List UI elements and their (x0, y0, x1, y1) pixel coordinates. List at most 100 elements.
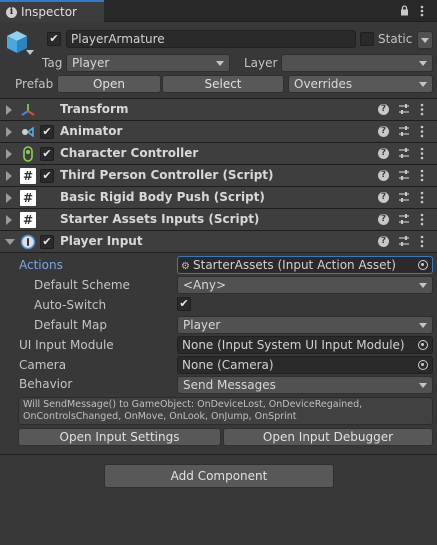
fold-arrow-icon[interactable] (6, 149, 12, 159)
fold-arrow-icon[interactable] (6, 193, 12, 203)
open-input-settings-button[interactable]: Open Input Settings (18, 428, 221, 446)
actions-value: StarterAssets (Input Action Asset) (193, 258, 396, 272)
object-picker-icon[interactable] (418, 260, 428, 270)
kebab-menu-icon[interactable] (420, 191, 424, 204)
kebab-menu-icon[interactable] (420, 213, 424, 226)
object-picker-icon[interactable] (418, 360, 428, 370)
ui-input-module-field[interactable]: None (Input System UI Input Module) (177, 336, 433, 354)
behavior-dropdown[interactable]: Send Messages (177, 376, 433, 394)
component-character-controller[interactable]: ✔ Character Controller ? (0, 142, 437, 164)
player-input-icon (20, 234, 36, 250)
component-enabled-checkbox[interactable]: ✔ (40, 235, 54, 249)
prefab-label: Prefab (15, 77, 54, 91)
camera-field[interactable]: None (Camera) (177, 356, 433, 374)
help-icon[interactable]: ? (378, 126, 389, 137)
gameobject-cube-icon (6, 30, 28, 54)
tab-bar: i Inspector (0, 0, 437, 22)
kebab-menu-icon[interactable] (420, 103, 424, 116)
layer-dropdown[interactable] (281, 54, 433, 72)
active-checkbox[interactable]: ✔ (47, 32, 61, 46)
character-controller-icon (20, 146, 36, 162)
component-basic-rigid-body-push[interactable]: # Basic Rigid Body Push (Script) ? (0, 186, 437, 208)
behavior-label: Behavior (19, 377, 73, 391)
object-picker-icon[interactable] (418, 340, 428, 350)
kebab-menu-icon[interactable] (420, 169, 424, 182)
icon-dropdown-arrow[interactable] (26, 50, 34, 55)
tag-dropdown[interactable]: Player (66, 54, 230, 72)
help-icon[interactable]: ? (378, 192, 389, 203)
preset-sliders-icon[interactable] (398, 213, 410, 226)
fold-arrow-icon[interactable] (6, 215, 12, 225)
behavior-value: Send Messages (183, 378, 276, 392)
component-name: Third Person Controller (Script) (60, 168, 274, 182)
divider (0, 252, 437, 253)
component-enabled-checkbox[interactable]: ✔ (40, 147, 54, 161)
help-icon[interactable]: ? (378, 104, 389, 115)
prefab-select-button[interactable]: Select (162, 75, 284, 93)
static-dropdown[interactable] (417, 31, 433, 49)
kebab-menu-icon[interactable] (420, 235, 424, 248)
behavior-help-box: Will SendMessage() to GameObject: OnDevi… (18, 397, 433, 425)
auto-switch-checkbox[interactable]: ✔ (177, 297, 191, 311)
kebab-menu-icon[interactable] (420, 147, 424, 160)
component-enabled-checkbox[interactable]: ✔ (40, 125, 54, 139)
transform-axes-icon (20, 102, 36, 118)
open-input-debugger-button[interactable]: Open Input Debugger (223, 428, 433, 446)
component-name: Player Input (60, 234, 143, 248)
static-checkbox[interactable] (360, 32, 374, 46)
object-name-field[interactable]: PlayerArmature (66, 30, 356, 48)
default-map-value: Player (183, 318, 221, 332)
component-name: Animator (60, 124, 123, 138)
preset-sliders-icon[interactable] (398, 125, 410, 138)
lock-icon[interactable] (400, 5, 409, 16)
component-name: Basic Rigid Body Push (Script) (60, 190, 265, 204)
default-map-dropdown[interactable]: Player (177, 316, 433, 334)
script-hash-icon: # (20, 190, 36, 206)
help-icon[interactable]: ? (378, 236, 389, 247)
fold-arrow-icon[interactable] (6, 127, 12, 137)
component-player-input[interactable]: ✔ Player Input ? (0, 230, 437, 252)
script-hash-icon: # (20, 212, 36, 228)
overrides-value: Overrides (294, 77, 353, 91)
prefab-overrides-dropdown[interactable]: Overrides (288, 75, 433, 93)
default-map-label: Default Map (34, 318, 107, 332)
fold-arrow-open-icon[interactable] (5, 239, 15, 245)
fold-arrow-icon[interactable] (6, 171, 12, 181)
component-third-person-controller[interactable]: # ✔ Third Person Controller (Script) ? (0, 164, 437, 186)
component-enabled-checkbox[interactable]: ✔ (40, 169, 54, 183)
divider (0, 454, 437, 455)
tab-menu-icon[interactable] (420, 5, 424, 17)
component-animator[interactable]: ✔ Animator ? (0, 120, 437, 142)
help-icon[interactable]: ? (378, 148, 389, 159)
actions-object-field[interactable]: ⚙ StarterAssets (Input Action Asset) (177, 256, 433, 274)
preset-sliders-icon[interactable] (398, 235, 410, 248)
auto-switch-label: Auto-Switch (34, 298, 107, 312)
preset-sliders-icon[interactable] (398, 169, 410, 182)
tab-title: Inspector (21, 5, 77, 19)
ui-input-module-label: UI Input Module (19, 338, 114, 352)
preset-sliders-icon[interactable] (398, 103, 410, 116)
preset-sliders-icon[interactable] (398, 147, 410, 160)
help-icon[interactable]: ? (378, 170, 389, 181)
component-name: Character Controller (60, 146, 199, 160)
add-component-button[interactable]: Add Component (104, 464, 334, 488)
script-hash-icon: # (20, 168, 36, 184)
input-asset-icon: ⚙ (181, 261, 190, 272)
tag-label: Tag (42, 56, 63, 70)
default-scheme-dropdown[interactable]: <Any> (177, 276, 433, 294)
component-transform[interactable]: Transform ? (0, 98, 437, 120)
kebab-menu-icon[interactable] (420, 125, 424, 138)
camera-value: None (Camera) (182, 358, 274, 372)
help-icon[interactable]: ? (378, 214, 389, 225)
prefab-open-button[interactable]: Open (57, 75, 161, 93)
default-scheme-value: <Any> (183, 278, 227, 292)
component-name: Transform (60, 102, 129, 116)
fold-arrow-icon[interactable] (6, 105, 12, 115)
preset-sliders-icon[interactable] (398, 191, 410, 204)
ui-input-module-value: None (Input System UI Input Module) (182, 338, 405, 352)
tag-value: Player (72, 56, 110, 70)
component-name: Starter Assets Inputs (Script) (60, 212, 260, 226)
info-icon: i (6, 6, 17, 18)
component-starter-assets-inputs[interactable]: # Starter Assets Inputs (Script) ? (0, 208, 437, 230)
tab-inspector[interactable]: i Inspector (0, 0, 104, 22)
